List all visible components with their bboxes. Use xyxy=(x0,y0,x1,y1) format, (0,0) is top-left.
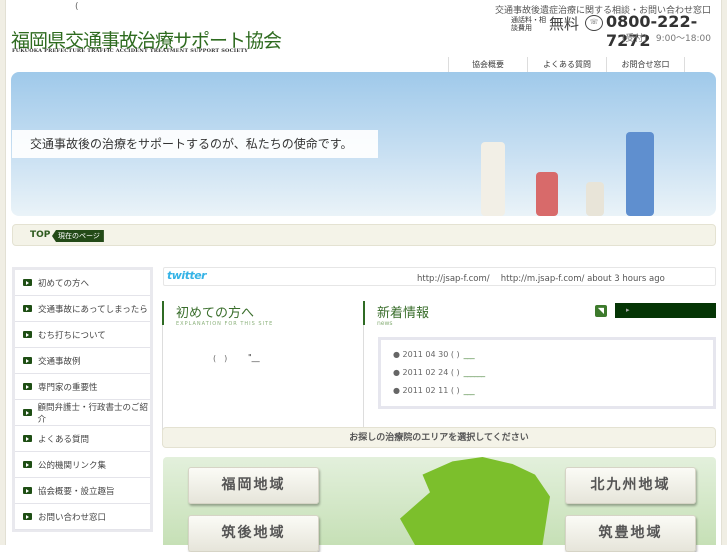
sidebar-item-label: 協会概要・設立趣旨 xyxy=(38,486,115,497)
arrow-icon xyxy=(23,357,32,364)
arrow-icon xyxy=(23,409,32,416)
rss-icon[interactable]: ◥ xyxy=(595,305,607,317)
sidebar-item[interactable]: 交通事故例 xyxy=(15,348,150,374)
arrow-icon xyxy=(23,461,32,468)
area-kitakyushu-button[interactable]: 北九州地域 xyxy=(565,467,696,504)
arrow-icon xyxy=(23,435,32,442)
section-marker xyxy=(363,301,365,325)
breadcrumb xyxy=(12,224,716,246)
sidebar-item-label: よくある質問 xyxy=(38,434,90,445)
hero-person xyxy=(536,172,558,216)
hero-banner-text: 交通事故後の治療をサポートするのが、私たちの使命です。 xyxy=(12,130,378,158)
news-title: 新着情報 xyxy=(377,306,430,321)
page-border-right xyxy=(721,0,727,545)
news-item: ● 2011 02 11 ( ) ___ xyxy=(393,386,475,395)
news-item: ● 2011 04 30 ( ) ___ xyxy=(393,350,475,359)
news-item: ● 2011 02 24 ( ) ______ xyxy=(393,368,486,377)
free-dial-icon: ☏ xyxy=(585,15,603,31)
section-marker xyxy=(162,301,164,325)
nav-about[interactable]: 協会概要 xyxy=(448,57,527,72)
sidebar-item[interactable]: よくある質問 xyxy=(15,426,150,452)
intro-subtitle: EXPLANATION FOR THIS SITE xyxy=(176,321,274,327)
news-date: 2011 02 11 ( ) xyxy=(402,386,460,395)
arrow-icon xyxy=(23,487,32,494)
sidebar-item-label: 顧問弁護士・行政書士のご紹介 xyxy=(37,402,149,425)
twitter-logo-icon[interactable]: twitter xyxy=(167,269,207,282)
sidebar-item[interactable]: 公的機関リンク集 xyxy=(15,452,150,478)
sidebar-item-label: 専門家の重要性 xyxy=(38,382,98,393)
sidebar-item[interactable]: むち打ちについて xyxy=(15,322,150,348)
business-hours: (受付) 9:00〜18:00 xyxy=(621,34,711,44)
arrow-icon xyxy=(23,383,32,390)
nav-faq[interactable]: よくある質問 xyxy=(527,57,606,72)
sidebar-item[interactable]: 顧問弁護士・行政書士のご紹介 xyxy=(15,400,150,426)
arrow-icon xyxy=(23,513,32,520)
sidebar-item[interactable]: 協会概要・設立趣旨 xyxy=(15,478,150,504)
tweet-text[interactable]: http://jsap-f.com/ http://m.jsap-f.com/ … xyxy=(417,272,665,284)
news-date: 2011 04 30 ( ) xyxy=(402,350,460,359)
news-link[interactable]: ___ xyxy=(464,386,475,395)
hero-person xyxy=(481,142,505,216)
header-note: ( xyxy=(75,2,79,12)
top-nav: 協会概要 よくある質問 お問合せ窓口 xyxy=(448,57,685,72)
sidebar-item[interactable]: 専門家の重要性 xyxy=(15,374,150,400)
intro-title: 初めての方へ xyxy=(176,306,255,321)
sidebar-item-label: 交通事故例 xyxy=(38,356,81,367)
hero-person xyxy=(586,182,604,216)
arrow-icon xyxy=(23,331,32,338)
breadcrumb-current: 現在のページ xyxy=(52,230,104,242)
intro-body: ( ) xyxy=(213,354,228,363)
area-chikuho-button[interactable]: 筑豊地域 xyxy=(565,515,696,552)
news-link[interactable]: ___ xyxy=(464,350,475,359)
arrow-icon xyxy=(23,279,32,286)
sidebar-menu: 初めての方へ 交通事故にあってしまったら むち打ちについて 交通事故例 専門家の… xyxy=(12,267,153,532)
news-date: 2011 02 24 ( ) xyxy=(402,368,460,377)
site-subtitle: FUKUOKA PREFECTURE TRAFFIC ACCIDENT TREA… xyxy=(12,48,249,54)
free-text: 無料 xyxy=(549,15,580,33)
sidebar-item-label: 交通事故にあってしまったら xyxy=(38,304,148,315)
news-more-button[interactable]: ▸ xyxy=(615,303,716,318)
page-border-left xyxy=(0,0,6,545)
breadcrumb-top[interactable]: TOP xyxy=(30,230,50,240)
sidebar-item[interactable]: お問い合わせ窓口 xyxy=(15,504,150,530)
sidebar-item-label: 初めての方へ xyxy=(38,278,90,289)
sidebar-item[interactable]: 初めての方へ xyxy=(15,270,150,296)
nav-contact[interactable]: お問合せ窓口 xyxy=(606,57,685,72)
sidebar-item-label: むち打ちについて xyxy=(38,330,106,341)
area-fukuoka-button[interactable]: 福岡地域 xyxy=(188,467,319,504)
area-select-heading: お探しの治療院のエリアを選択してください xyxy=(162,427,716,448)
arrow-icon xyxy=(23,305,32,312)
sidebar-item-label: お問い合わせ窓口 xyxy=(38,512,107,523)
news-subtitle: news xyxy=(377,320,393,327)
sidebar-item-label: 公的機関リンク集 xyxy=(38,460,107,471)
intro-link[interactable]: "__ xyxy=(248,353,260,362)
area-chikugo-button[interactable]: 筑後地域 xyxy=(188,515,319,552)
news-link[interactable]: ______ xyxy=(464,368,486,377)
news-list: ● 2011 04 30 ( ) ___ ● 2011 02 24 ( ) ____… xyxy=(378,337,716,409)
fee-label: 通話料・相談費用 xyxy=(511,16,546,32)
sidebar-item[interactable]: 交通事故にあってしまったら xyxy=(15,296,150,322)
hero-person xyxy=(626,132,654,216)
